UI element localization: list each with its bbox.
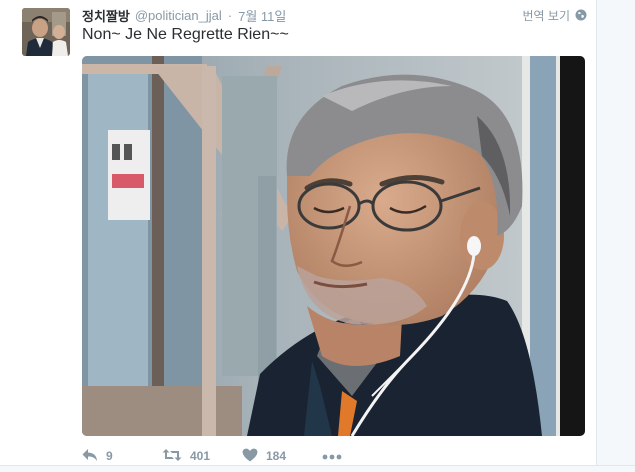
photo-man-with-earphones-icon (82, 56, 585, 436)
reply-button[interactable]: 9 (82, 448, 162, 465)
retweet-count: 401 (190, 449, 211, 463)
like-count: 184 (266, 449, 287, 463)
retweet-icon (162, 448, 182, 465)
avatar[interactable] (22, 8, 70, 56)
tweet-page: 정치짤방 @politician_jjal · 7월 11일 번역 보기 Non… (0, 0, 635, 472)
screen-name[interactable]: @politician_jjal (135, 8, 222, 23)
tweet-header: 정치짤방 @politician_jjal · 7월 11일 (82, 6, 286, 25)
more-icon (322, 449, 342, 463)
translate-label: 번역 보기 (522, 8, 571, 23)
display-name[interactable]: 정치짤방 (82, 6, 130, 25)
reply-count: 9 (106, 449, 113, 463)
globe-icon (575, 9, 587, 21)
header-separator: · (227, 7, 233, 23)
reply-icon (82, 448, 98, 465)
more-button[interactable] (322, 449, 342, 463)
translate-button[interactable]: 번역 보기 (523, 7, 588, 23)
retweet-button[interactable]: 401 (162, 448, 242, 465)
tweet-text: Non~ Je Ne Regrette Rien~~ (82, 26, 289, 43)
like-button[interactable]: 184 (242, 448, 322, 465)
profile-photo-icon (22, 8, 70, 56)
tweet-actions: 9 401 184 (82, 446, 342, 466)
heart-icon (242, 448, 258, 465)
tweet-photo[interactable] (82, 56, 585, 436)
timestamp[interactable]: 7월 11일 (238, 6, 286, 25)
tweet-divider (0, 465, 635, 472)
timeline-gutter (596, 0, 635, 472)
